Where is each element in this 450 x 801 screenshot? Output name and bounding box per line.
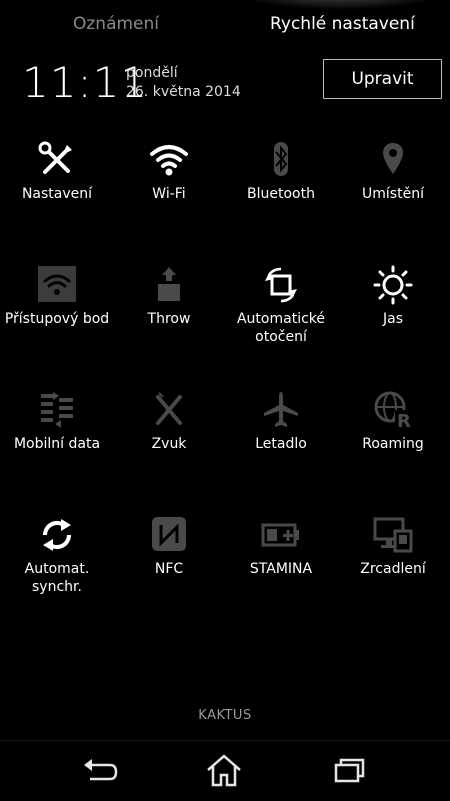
notification-tabs: Oznámení Rychlé nastavení (0, 0, 450, 52)
date-block: pondělí 26. května 2014 (126, 64, 241, 102)
hotspot-icon (38, 266, 76, 302)
recent-apps-icon[interactable] (330, 751, 370, 791)
date-label: 26. května 2014 (126, 84, 241, 100)
sound-muted-icon (156, 392, 182, 425)
tile-label: Zrcadlení (360, 561, 426, 577)
airplane-icon (264, 392, 298, 427)
carrier-name: KAKTUS (198, 708, 252, 723)
tile-label: Bluetooth (247, 186, 315, 202)
tile-label: Mobilní data (13, 436, 101, 452)
screen-mirror-icon (373, 517, 413, 553)
tile-label: Zvuk (151, 436, 187, 452)
tab-quick-settings[interactable]: Rychlé nastavení (270, 14, 415, 34)
tab-notifications[interactable]: Oznámení (73, 14, 159, 34)
tile-label: STAMINA (249, 561, 313, 577)
tile-label: Roaming (362, 436, 424, 452)
active-tab-glow (230, 0, 450, 10)
tile-label: NFC (154, 561, 184, 577)
roaming-icon: R (374, 391, 412, 430)
tile-label: Letadlo (255, 436, 307, 452)
home-icon[interactable] (204, 751, 244, 791)
tile-label: Přístupový bod (4, 311, 110, 327)
battery-stamina-icon (261, 523, 299, 547)
auto-rotate-icon (265, 267, 297, 303)
tile-label: Automatické otočení (236, 311, 326, 345)
tile-label: Throw (147, 311, 191, 327)
bluetooth-icon (274, 142, 288, 176)
tile-label: Automat. synchr. (24, 561, 90, 595)
tile-label: Wi-Fi (152, 186, 186, 202)
tools-icon (38, 141, 72, 174)
tile-label: Nastavení (21, 186, 93, 202)
edit-button[interactable]: Upravit (323, 59, 442, 99)
brightness-icon (373, 265, 413, 305)
tile-label: Jas (382, 311, 403, 327)
svg-text:R: R (397, 411, 411, 430)
nfc-icon (152, 517, 186, 551)
wifi-icon (150, 145, 188, 176)
location-icon (383, 143, 403, 174)
back-icon[interactable] (80, 751, 120, 791)
sync-icon (42, 519, 72, 551)
mobile-data-icon (41, 392, 73, 428)
weekday-label: pondělí (126, 65, 178, 81)
navigation-bar (0, 740, 450, 801)
throw-icon (158, 267, 180, 301)
tile-label: Umístění (362, 186, 424, 202)
